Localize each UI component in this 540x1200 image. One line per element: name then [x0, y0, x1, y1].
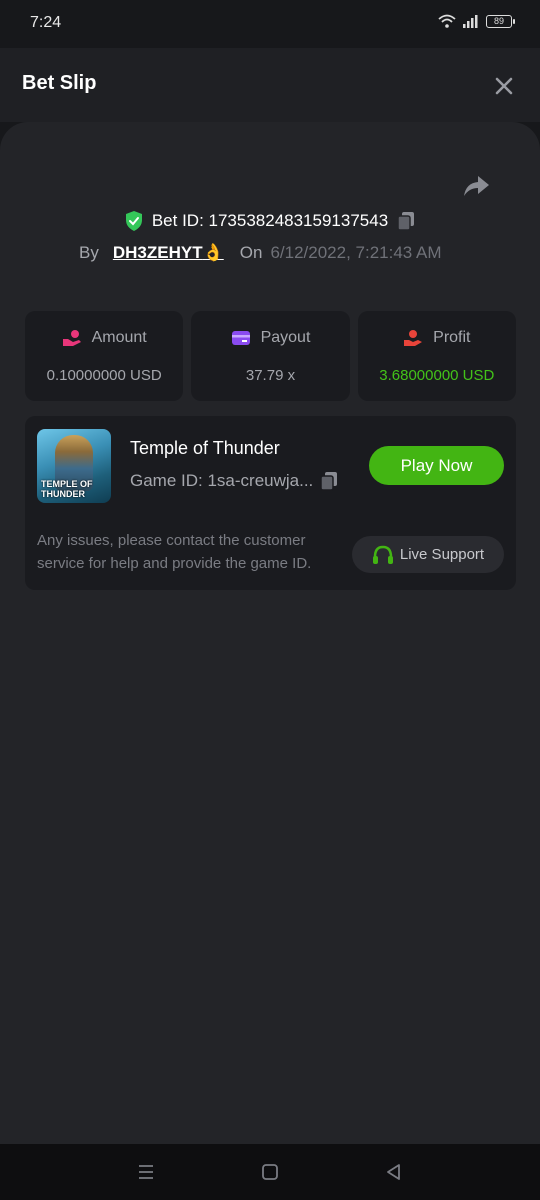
- wallet-card-icon: [231, 331, 250, 345]
- user-emoji: 👌: [202, 243, 224, 262]
- system-nav-bar: [0, 1144, 540, 1200]
- status-bar: 7:24 89: [0, 0, 540, 48]
- stat-payout-value: 37.79 x: [245, 367, 296, 384]
- menu-icon[interactable]: [135, 1162, 157, 1182]
- live-support-button[interactable]: Live Support: [352, 536, 504, 573]
- bet-slip-sheet: Bet ID: 1735382483159137543 By DH3ZEHYT👌…: [0, 122, 540, 1144]
- header: Bet Slip: [0, 48, 540, 122]
- money-hand-icon: [62, 330, 81, 346]
- game-id: Game ID: 1sa-creuwja...: [130, 471, 314, 490]
- stat-payout-label: Payout: [260, 329, 311, 346]
- copy-icon[interactable]: [319, 471, 339, 491]
- game-card: TEMPLE OF THUNDER Temple of Thunder Game…: [25, 416, 516, 590]
- copy-icon[interactable]: [396, 211, 416, 231]
- by-label: By: [79, 243, 99, 262]
- on-label: On: [239, 243, 263, 262]
- profit-hand-icon: [404, 330, 423, 346]
- back-icon[interactable]: [383, 1162, 405, 1182]
- wifi-icon: [438, 14, 456, 28]
- status-time: 7:24: [30, 14, 62, 31]
- stat-payout: Payout 37.79 x: [191, 311, 350, 401]
- page-title: Bet Slip: [22, 72, 97, 94]
- play-now-button[interactable]: Play Now: [369, 446, 504, 485]
- battery-level: 89: [493, 16, 504, 26]
- stat-amount-label: Amount: [91, 329, 147, 346]
- username[interactable]: DH3ZEHYT: [113, 243, 203, 262]
- status-icons: 89: [438, 14, 515, 28]
- share-icon[interactable]: [462, 174, 490, 198]
- game-id-row: Game ID: 1sa-creuwja...: [130, 471, 339, 491]
- live-support-label[interactable]: Live Support: [400, 546, 484, 563]
- stat-profit: Profit 3.68000000 USD: [357, 311, 516, 401]
- battery-icon: 89: [486, 14, 515, 28]
- bet-id: Bet ID: 1735382483159137543: [151, 211, 389, 230]
- shield-check-icon: [125, 211, 142, 231]
- game-thumbnail[interactable]: TEMPLE OF THUNDER: [37, 429, 111, 503]
- stat-amount: Amount 0.10000000 USD: [25, 311, 184, 401]
- stat-profit-value: 3.68000000 USD: [379, 367, 495, 384]
- bet-meta-row: By DH3ZEHYT👌 On 6/12/2022, 7:21:43 AM: [79, 243, 442, 263]
- bet-id-row: Bet ID: 1735382483159137543: [0, 210, 540, 232]
- stat-profit-label: Profit: [433, 329, 471, 346]
- bet-stats: Amount 0.10000000 USD Payout 37.79 x Pro…: [25, 311, 516, 401]
- signal-icon: [463, 15, 478, 28]
- thumbnail-title: TEMPLE OF THUNDER: [41, 479, 93, 499]
- bet-date: 6/12/2022, 7:21:43 AM: [270, 243, 442, 262]
- user-link[interactable]: DH3ZEHYT👌: [113, 243, 224, 263]
- stat-amount-value: 0.10000000 USD: [46, 367, 162, 384]
- headset-icon: [372, 545, 393, 564]
- support-note: Any issues, please contact the customer …: [37, 532, 312, 572]
- close-icon[interactable]: [492, 74, 516, 98]
- home-icon[interactable]: [259, 1162, 281, 1182]
- game-name: Temple of Thunder: [130, 438, 280, 458]
